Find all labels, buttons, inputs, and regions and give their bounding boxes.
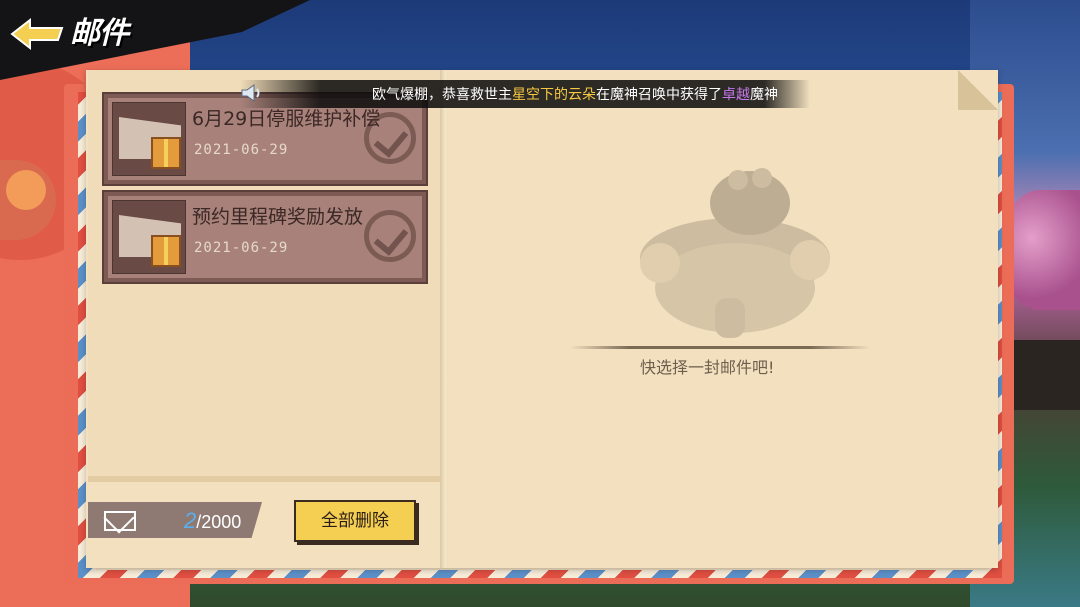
announcement-text: 欧气爆棚，恭喜救世主星空下的云朵在魔神召唤中获得了卓越魔神 (372, 84, 778, 104)
mail-date: 2021-06-29 (194, 142, 289, 158)
mail-count-current: 2 (184, 508, 197, 533)
list-divider (88, 476, 440, 482)
mail-thumbnail (112, 200, 186, 274)
mail-title: 6月29日停服维护补偿 (192, 108, 381, 130)
announcement-prefix: 欧气爆棚，恭喜救世主 (372, 87, 512, 103)
back-arrow-icon (10, 17, 64, 51)
hut (1010, 340, 1080, 410)
empty-hint: 快选择一封邮件吧! (640, 358, 775, 377)
announcement-marquee: 欧气爆棚，恭喜救世主星空下的云朵在魔神召唤中获得了卓越魔神 (240, 80, 810, 108)
owl-avatar-icon (6, 170, 46, 210)
check-icon (364, 210, 416, 262)
mail-title: 预约里程碑奖励发放 (192, 206, 364, 228)
mascot-placeholder-illustration (640, 168, 830, 338)
check-icon (364, 112, 416, 164)
mail-count-bar: 2/2000 (88, 502, 262, 538)
announcement-middle: 在魔神召唤中获得了 (596, 87, 722, 103)
speaker-icon (241, 84, 260, 102)
back-button[interactable] (8, 14, 68, 54)
mail-paper: 6月29日停服维护补偿 2021-06-29 预约里程碑奖励发放 2021-06… (86, 70, 998, 568)
mail-icon (104, 511, 136, 531)
mail-thumbnail (112, 102, 186, 176)
mail-date: 2021-06-29 (194, 240, 289, 256)
gift-icon (151, 235, 181, 267)
panel-divider (440, 70, 446, 568)
mail-item[interactable]: 预约里程碑奖励发放 2021-06-29 (102, 190, 428, 284)
announcement-suffix: 魔神 (750, 87, 778, 103)
announcement-rarity: 卓越 (722, 87, 750, 103)
page-title: 邮件 (70, 16, 129, 51)
mail-count: 2/2000 (184, 508, 241, 534)
floor-line (570, 346, 870, 349)
delete-all-button[interactable]: 全部删除 (294, 500, 416, 542)
announcement-player: 星空下的云朵 (512, 87, 596, 103)
mail-count-capacity: /2000 (196, 512, 242, 532)
mail-list[interactable]: 6月29日停服维护补偿 2021-06-29 预约里程碑奖励发放 2021-06… (88, 70, 440, 476)
paper-fold (958, 70, 998, 110)
gift-icon (151, 137, 181, 169)
